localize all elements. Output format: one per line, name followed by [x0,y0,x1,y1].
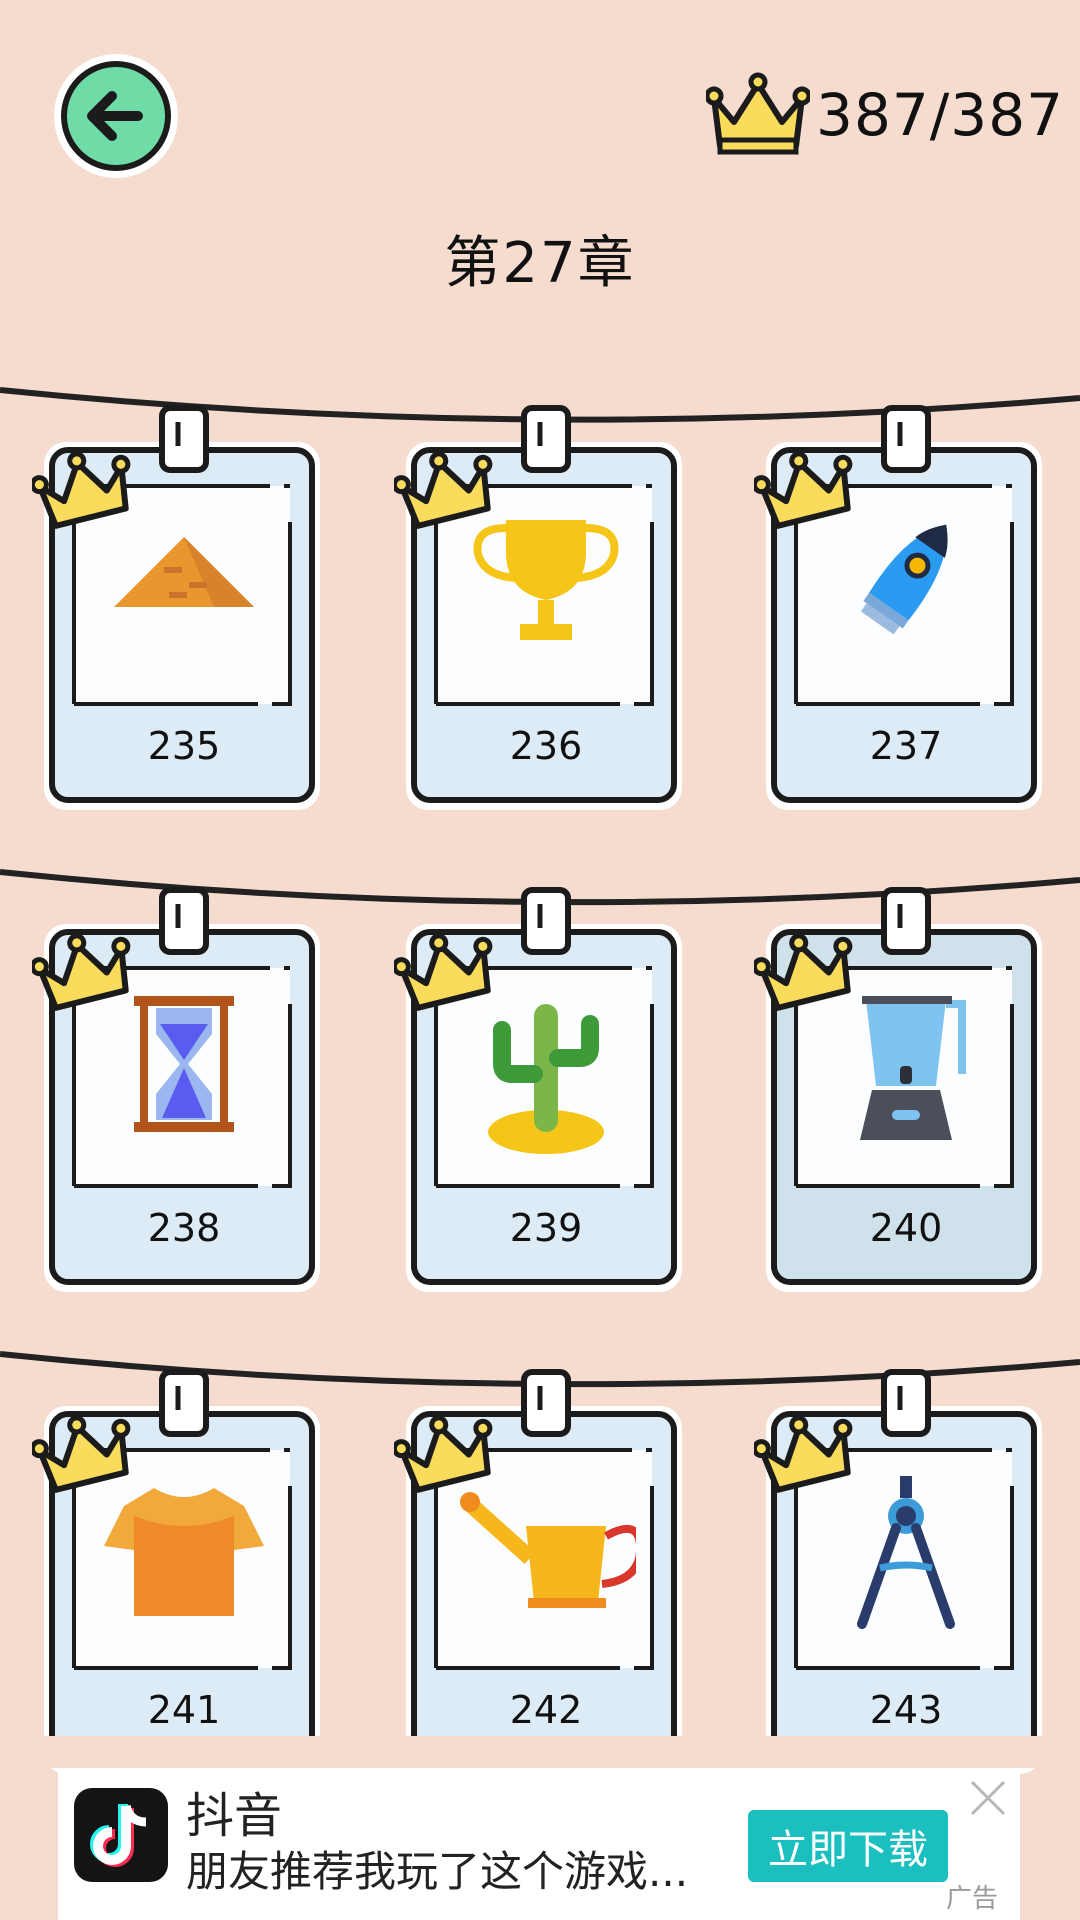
level-number: 239 [509,1206,583,1250]
back-arrow-icon [54,54,178,178]
chapter-title: 第27章 [444,231,636,296]
paper-clip-icon [159,887,209,955]
compass-icon [857,1476,955,1629]
tiktok-logo-icon[interactable] [74,1788,168,1882]
level-number: 242 [509,1688,583,1732]
level-number: 243 [869,1688,943,1732]
crown-icon [706,72,811,155]
level-card-243[interactable]: 243 [754,1366,1050,1784]
level-number: 238 [147,1206,221,1250]
blender-icon [860,996,966,1140]
level-card-238[interactable]: 238 [32,884,328,1302]
back-button[interactable] [52,52,180,180]
level-number: 236 [509,724,583,768]
ad-description: 朋友推荐我玩了这个游戏... [186,1847,689,1896]
level-card-241[interactable]: 241 [32,1366,328,1784]
paper-clip-icon [521,405,571,473]
download-button[interactable]: 立即下载 [748,1810,948,1882]
tshirt-icon [104,1488,264,1616]
level-number: 241 [147,1688,221,1732]
ad-banner[interactable]: 抖音 朋友推荐我玩了这个游戏... 立即下载 广告 [58,1768,1020,1920]
score-text: 387/387 [816,81,1064,149]
level-number: 237 [869,724,943,768]
paper-clip-icon [881,887,931,955]
paper-clip-icon [521,887,571,955]
content-cutoff [0,1736,1080,1768]
level-number: 235 [147,724,221,768]
level-card-237[interactable]: 237 [754,402,1050,820]
paper-clip-icon [881,1369,931,1437]
level-card-235[interactable]: 235 [32,402,328,820]
close-icon[interactable] [968,1778,1008,1818]
ad-label: 广告 [946,1884,999,1914]
level-card-242[interactable]: 242 [394,1366,690,1784]
trophy-icon [473,520,619,640]
level-card-240[interactable]: 240 [754,884,1050,1302]
cactus-icon [488,1004,604,1154]
ad-app-name: 抖音 [186,1788,283,1844]
pyramid-icon [114,537,254,607]
level-number: 240 [869,1206,943,1250]
crown-score: 387/387 [706,60,1064,170]
hourglass-icon [134,996,234,1132]
paper-clip-icon [159,1369,209,1437]
level-card-239[interactable]: 239 [394,884,690,1302]
level-card-236[interactable]: 236 [394,402,690,820]
paper-clip-icon [521,1369,571,1437]
paper-clip-icon [881,405,931,473]
rocket-icon [860,524,948,635]
watering-can-icon [460,1492,636,1608]
paper-clip-icon [159,405,209,473]
